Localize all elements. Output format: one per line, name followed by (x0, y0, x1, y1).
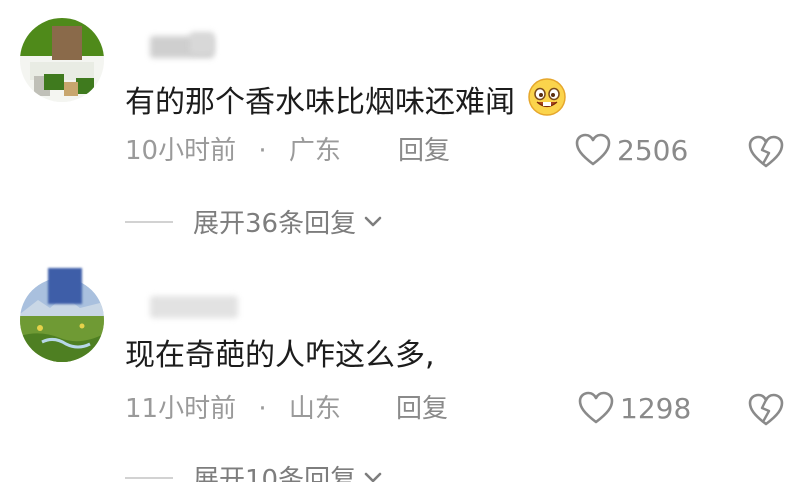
comment-meta: 11小时前 · 山东 (125, 392, 341, 426)
like-count: 1298 (620, 391, 692, 425)
username[interactable] (48, 268, 82, 304)
broken-heart-icon[interactable] (748, 393, 784, 431)
like-count: 2506 (617, 133, 689, 167)
reply-button[interactable]: 回复 (398, 134, 450, 168)
divider-line (125, 220, 173, 223)
comment-meta: 10小时前 · 广东 (125, 134, 341, 168)
expand-replies-button[interactable]: 展开36条回复 (125, 203, 384, 240)
comment-body: 有的那个香水味比烟味还难闻 (125, 85, 515, 120)
grinning-face-emoji-icon (527, 77, 567, 128)
like-button[interactable]: 2506 (575, 133, 688, 167)
reply-button[interactable]: 回复 (396, 392, 448, 426)
comment-text: 现在奇葩的人咋这么多, (125, 336, 435, 376)
username-badge (190, 32, 214, 54)
comment-text: 有的那个香水味比烟味还难闻 (125, 77, 567, 128)
chevron-down-icon (364, 472, 382, 482)
expand-replies-button[interactable]: 展开10条回复 (125, 459, 384, 482)
chevron-down-icon (364, 216, 382, 226)
comment-time: 10小时前 (125, 136, 237, 166)
user-avatar[interactable] (20, 18, 104, 102)
comment-location: 广东 (288, 136, 341, 166)
divider-line (125, 476, 173, 479)
comment-time: 11小时前 (125, 394, 237, 424)
meta-separator: · (258, 394, 267, 424)
heart-icon (575, 133, 611, 166)
expand-replies-label: 展开10条回复 (193, 465, 357, 482)
meta-separator: · (258, 136, 267, 166)
heart-icon (578, 391, 614, 424)
like-button[interactable]: 1298 (578, 391, 691, 425)
broken-heart-icon[interactable] (748, 135, 784, 173)
comment-location: 山东 (288, 394, 341, 424)
comment-list: 有的那个香水味比烟味还难闻 10小时前 · 广东 回复 2506 展开36条回复… (0, 0, 800, 482)
username[interactable] (150, 296, 238, 318)
expand-replies-label: 展开36条回复 (193, 209, 357, 239)
comment-body: 现在奇葩的人咋这么多, (125, 338, 435, 373)
